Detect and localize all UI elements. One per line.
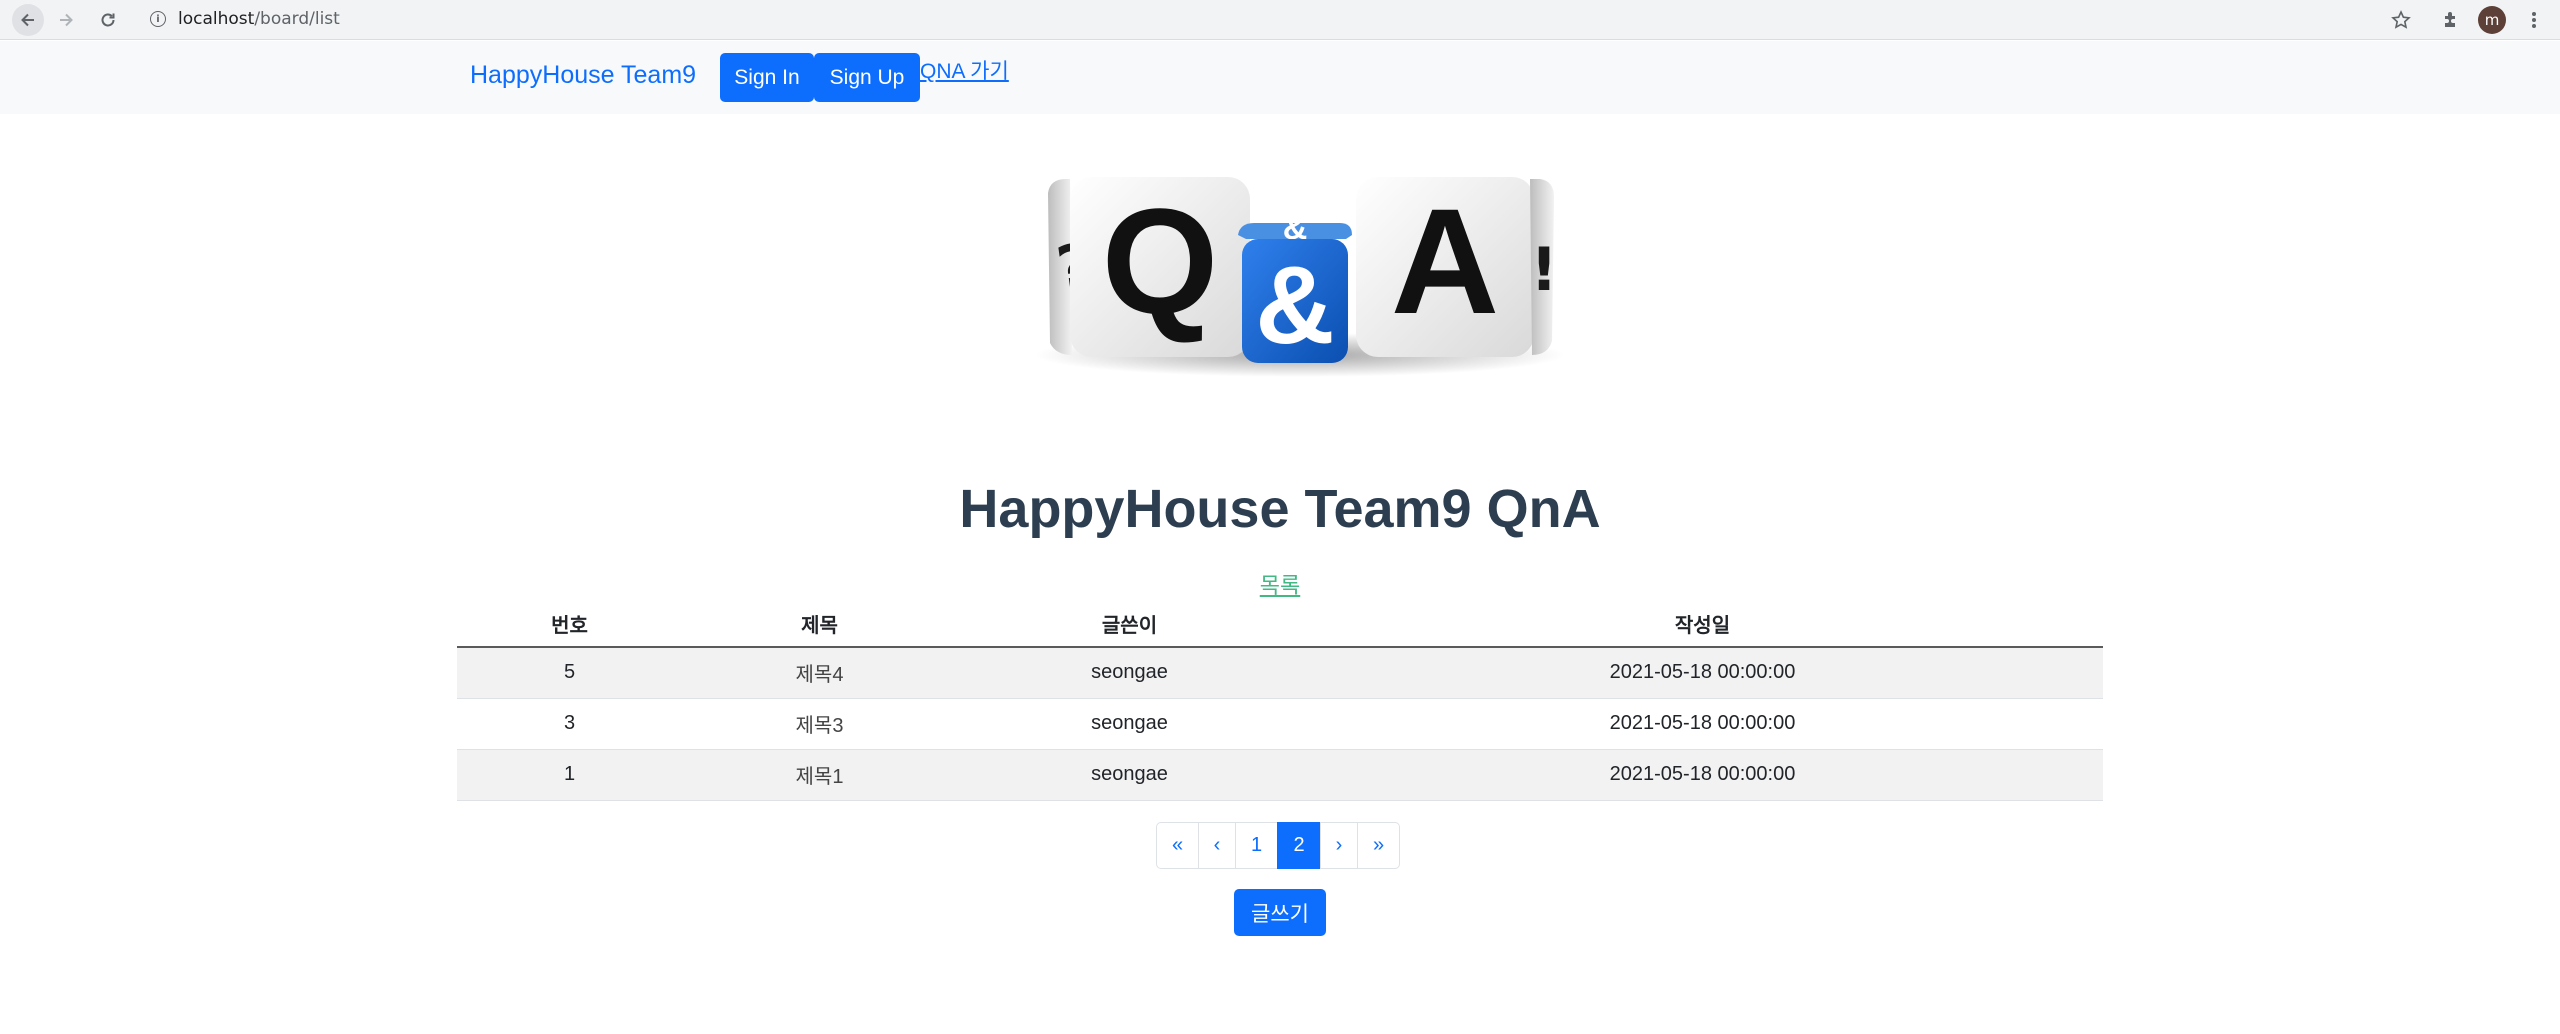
list-link[interactable]: 목록 — [1260, 573, 1300, 598]
cell-title[interactable]: 제목1 — [682, 749, 957, 801]
pagination: « ‹ 1 2 › » — [1156, 822, 1400, 869]
write-post-button[interactable]: 글쓰기 — [1234, 889, 1326, 936]
cell-number: 5 — [457, 647, 682, 699]
cell-date: 2021-05-18 00:00:00 — [1302, 749, 2103, 801]
page-title: HappyHouse Team9 QnA — [959, 479, 1601, 539]
info-icon[interactable]: i — [150, 11, 166, 27]
extensions-puzzle-icon[interactable] — [2437, 6, 2465, 34]
reload-icon[interactable] — [92, 4, 124, 36]
hero-letter-ampersand: & — [1255, 244, 1334, 367]
list-link-container: 목록 — [0, 568, 2560, 600]
cell-date: 2021-05-18 00:00:00 — [1302, 647, 2103, 699]
header-date: 작성일 — [1302, 600, 2103, 648]
qna-dice-image: ? Q ! A & & — [1020, 165, 1580, 385]
table-header-row: 번호 제목 글쓴이 작성일 — [457, 600, 2103, 648]
page-last-button[interactable]: » — [1357, 822, 1400, 869]
hero-letter-a: A — [1391, 177, 1499, 345]
back-arrow-icon[interactable] — [12, 4, 44, 36]
profile-avatar[interactable]: m — [2478, 6, 2506, 34]
cell-writer: seongae — [957, 698, 1302, 750]
bookmark-star-icon[interactable] — [2387, 6, 2415, 34]
svg-text:!: ! — [1530, 235, 1557, 305]
page-next-button[interactable]: › — [1320, 822, 1358, 869]
sign-up-button[interactable]: Sign Up — [814, 53, 920, 102]
page-prev-button[interactable]: ‹ — [1198, 822, 1236, 869]
header-number: 번호 — [457, 600, 682, 648]
url-text: localhost/board/list — [178, 9, 340, 29]
browser-toolbar: i localhost/board/list m — [0, 0, 2560, 40]
cell-title[interactable]: 제목3 — [682, 698, 957, 750]
cell-title[interactable]: 제목4 — [682, 647, 957, 699]
kebab-menu-icon[interactable] — [2520, 6, 2548, 34]
cell-number: 1 — [457, 749, 682, 801]
url-host: localhost — [178, 9, 255, 29]
brand-link[interactable]: HappyHouse Team9 — [470, 61, 696, 90]
page-first-button[interactable]: « — [1156, 822, 1199, 869]
site-navbar: HappyHouse Team9 Sign In Sign Up QNA 가기 — [0, 41, 2560, 114]
address-bar[interactable]: i localhost/board/list — [136, 3, 2404, 35]
page-1-button[interactable]: 1 — [1235, 822, 1278, 869]
table-row[interactable]: 5 제목4 seongae 2021-05-18 00:00:00 — [457, 647, 2103, 699]
forward-arrow-icon[interactable] — [50, 4, 82, 36]
header-writer: 글쓴이 — [957, 600, 1302, 648]
sign-in-button[interactable]: Sign In — [720, 53, 814, 102]
board-table: 번호 제목 글쓴이 작성일 5 제목4 seongae 2021-05-18 0… — [457, 600, 2103, 801]
cell-number: 3 — [457, 698, 682, 750]
header-title: 제목 — [682, 600, 957, 648]
cell-writer: seongae — [957, 749, 1302, 801]
cell-writer: seongae — [957, 647, 1302, 699]
cell-date: 2021-05-18 00:00:00 — [1302, 698, 2103, 750]
qna-link[interactable]: QNA 가기 — [920, 55, 1009, 85]
table-row[interactable]: 3 제목3 seongae 2021-05-18 00:00:00 — [457, 698, 2103, 750]
url-path: /board/list — [254, 9, 340, 29]
hero-letter-q: Q — [1102, 177, 1219, 345]
table-row[interactable]: 1 제목1 seongae 2021-05-18 00:00:00 — [457, 749, 2103, 801]
page-2-button[interactable]: 2 — [1277, 822, 1321, 869]
